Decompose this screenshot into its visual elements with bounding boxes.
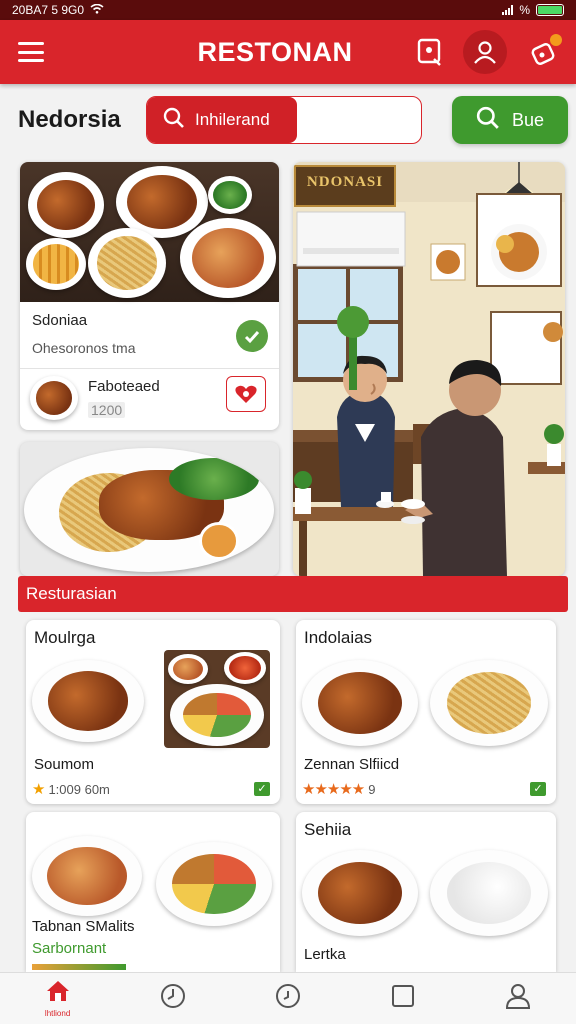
check-icon[interactable] bbox=[236, 320, 268, 352]
item-price: 1200 bbox=[88, 402, 126, 418]
status-bar: 20BA7 5 9G0 % bbox=[0, 0, 576, 20]
bottom-nav: lhtliond bbox=[0, 972, 576, 1024]
restaurant-card[interactable]: Sehiia Lertka bbox=[296, 812, 556, 972]
restaurant-card-title: Moulrga bbox=[34, 628, 96, 647]
dish-image bbox=[164, 650, 270, 748]
featured-subtitle: Ohesoronos tma bbox=[32, 340, 136, 356]
restaurant-rating-text: Sarbornant bbox=[32, 940, 107, 957]
item-thumbnail bbox=[30, 376, 78, 420]
dish-image bbox=[32, 836, 142, 916]
nav-home-label: lhtliond bbox=[44, 1009, 71, 1018]
check-icon[interactable]: ✓ bbox=[254, 782, 270, 796]
dish-image bbox=[24, 448, 274, 572]
restaurant-card[interactable]: Indolaias Zennan Slfiicd ★★★★★ 9 ✓ bbox=[296, 620, 556, 804]
search-button-label: Bue bbox=[511, 109, 545, 130]
restaurant-card-name: Zennan Slfiicd bbox=[304, 756, 400, 773]
dish-image bbox=[156, 842, 272, 926]
dish-card[interactable] bbox=[20, 442, 279, 576]
rating-text: 9 bbox=[368, 781, 376, 797]
restaurant-sign: NDONASI bbox=[306, 174, 384, 190]
signal-icon bbox=[502, 5, 514, 15]
section-title: Resturasian bbox=[18, 576, 568, 612]
search-input[interactable]: Inhilerand bbox=[146, 96, 422, 144]
nav-saved[interactable] bbox=[346, 973, 461, 1024]
featured-image bbox=[20, 162, 279, 302]
rating-text: 1:009 60m bbox=[48, 781, 110, 797]
nav-home[interactable]: lhtliond bbox=[0, 973, 115, 1024]
restaurant-card-name: Soumom bbox=[34, 756, 95, 773]
clock-icon bbox=[274, 982, 302, 1015]
search-button[interactable]: Bue bbox=[452, 96, 568, 144]
dish-image bbox=[302, 660, 418, 746]
restaurant-card-name: Tabnan SMalits bbox=[32, 918, 135, 935]
battery-icon bbox=[536, 4, 564, 16]
nav-orders[interactable] bbox=[230, 973, 345, 1024]
search-field[interactable]: Inhilerand bbox=[147, 97, 297, 143]
restaurant-photo: NDONASI bbox=[293, 162, 565, 576]
menu-icon[interactable] bbox=[18, 42, 44, 62]
dish-image bbox=[430, 660, 548, 746]
search-icon bbox=[476, 106, 500, 135]
featured-card[interactable]: Sdoniaa Ohesoronos tma Faboteaed 1200 bbox=[20, 162, 279, 430]
restaurant-card[interactable]: Tabnan SMalits Sarbornant bbox=[26, 812, 280, 972]
nav-profile[interactable] bbox=[461, 973, 576, 1024]
user-icon bbox=[504, 982, 532, 1015]
location-label[interactable]: Nedorsia bbox=[18, 106, 121, 134]
star-icon: ★ bbox=[32, 781, 45, 798]
restaurant-card-name: Lertka bbox=[304, 946, 346, 963]
featured-name: Sdoniaa bbox=[32, 312, 88, 329]
restaurant-rating: ★ 1:009 60m bbox=[32, 780, 110, 798]
tag-icon[interactable] bbox=[408, 30, 452, 74]
dish-image bbox=[32, 660, 144, 742]
profile-icon[interactable] bbox=[463, 30, 507, 74]
notification-badge bbox=[550, 34, 562, 46]
dish-image bbox=[302, 850, 418, 936]
square-icon bbox=[390, 983, 416, 1014]
search-icon bbox=[163, 107, 185, 134]
app-header: RESTONAN bbox=[0, 20, 576, 84]
restaurant-card[interactable]: Moulrga Soumom ★ 1:009 60m ✓ bbox=[26, 620, 280, 804]
star-icon: ★★★★★ bbox=[302, 781, 365, 798]
notification-icon[interactable] bbox=[522, 30, 566, 74]
restaurant-card-title: Indolaias bbox=[304, 628, 373, 647]
restaurant-card-title: Sehiia bbox=[304, 820, 352, 839]
heart-icon[interactable] bbox=[226, 376, 266, 412]
wifi-icon bbox=[90, 3, 104, 17]
nav-history[interactable] bbox=[115, 973, 230, 1024]
item-name: Faboteaed bbox=[88, 378, 160, 395]
dish-image bbox=[430, 850, 548, 936]
restaurant-rating: ★★★★★ 9 bbox=[302, 780, 375, 798]
check-icon[interactable]: ✓ bbox=[530, 782, 546, 796]
search-query: Inhilerand bbox=[195, 110, 270, 129]
status-time: 20BA7 5 9G0 bbox=[12, 3, 85, 17]
clock-icon bbox=[159, 982, 187, 1015]
home-icon bbox=[45, 979, 71, 1008]
app-title: RESTONAN bbox=[197, 36, 353, 67]
